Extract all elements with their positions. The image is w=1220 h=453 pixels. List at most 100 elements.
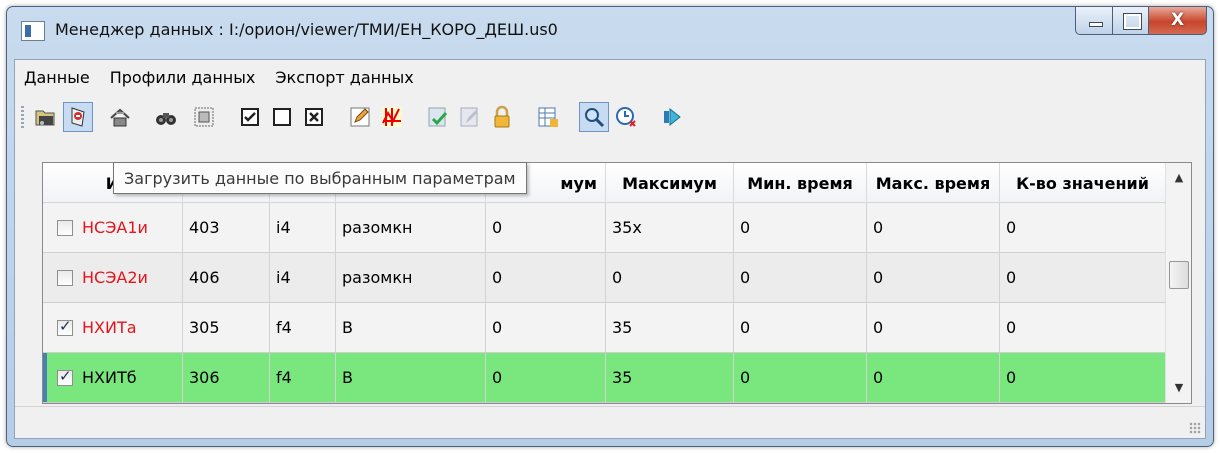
menu-data[interactable]: Данные — [15, 66, 101, 90]
invert-check-button[interactable] — [299, 102, 329, 132]
table-export-icon — [538, 107, 558, 127]
param-max-time: 0 — [867, 303, 1000, 352]
open-button[interactable] — [31, 102, 61, 132]
zoom-search-icon — [585, 108, 605, 128]
table-row[interactable]: НСЭА2и 406 i4 разомкн 0 0 0 0 0 — [43, 253, 1166, 303]
param-max: 0 — [606, 253, 734, 302]
scroll-down-icon[interactable]: ▼ — [1166, 377, 1191, 399]
param-type: i4 — [270, 253, 336, 302]
zoom-search-button[interactable] — [579, 102, 609, 132]
edit-button[interactable] — [345, 102, 375, 132]
row-checkbox[interactable] — [57, 367, 73, 386]
app-icon — [21, 21, 45, 41]
param-max: 35x — [606, 203, 734, 252]
param-min: 0 — [486, 253, 606, 302]
param-type: i4 — [270, 203, 336, 252]
profile-button[interactable] — [105, 102, 135, 132]
maximize-button[interactable] — [1113, 7, 1149, 35]
param-type: f4 — [270, 303, 336, 352]
param-id: 406 — [183, 253, 270, 302]
param-min: 0 — [486, 303, 606, 352]
next-button[interactable] — [657, 102, 687, 132]
param-count: 0 — [1000, 353, 1166, 402]
param-max: 35 — [606, 353, 734, 402]
header-min-time[interactable]: Мин. время — [734, 163, 867, 203]
param-max: 35 — [606, 303, 734, 352]
find-button[interactable] — [151, 102, 181, 132]
edit-disabled-button[interactable] — [455, 102, 485, 132]
toolbar-grip[interactable] — [21, 106, 24, 130]
load-data-button[interactable] — [63, 102, 93, 132]
vertical-scrollbar[interactable]: ▲ ▼ — [1165, 163, 1191, 403]
table-row[interactable]: НСЭА1и 403 i4 разомкн 0 35x 0 0 0 — [43, 203, 1166, 253]
param-max-time: 0 — [867, 203, 1000, 252]
client-area: Данные Профили данных Экспорт данных мум… — [14, 59, 1206, 439]
caption-buttons: X — [1075, 7, 1207, 35]
close-button[interactable]: X — [1149, 7, 1207, 35]
param-min-time: 0 — [734, 203, 867, 252]
check-all-icon — [241, 108, 259, 126]
binoculars-icon — [156, 113, 176, 125]
row-checkbox[interactable] — [57, 317, 73, 336]
table-export-button[interactable] — [533, 102, 563, 132]
next-arrow-icon — [664, 107, 681, 127]
row-checkbox[interactable] — [57, 219, 73, 236]
lock-icon — [494, 105, 510, 128]
header-max[interactable]: Максимум — [606, 163, 734, 203]
menu-bar: Данные Профили данных Экспорт данных — [15, 66, 425, 90]
edit-disabled-icon — [460, 107, 478, 127]
param-unit: В — [336, 303, 486, 352]
parameters-table: И мум Максимум Мин. время Макс. время К-… — [42, 162, 1192, 404]
param-id: 306 — [183, 353, 270, 402]
filter-button[interactable] — [189, 102, 219, 132]
param-min-time: 0 — [734, 353, 867, 402]
filter-grid-icon — [194, 107, 214, 127]
param-name: НСЭА1и — [82, 218, 148, 237]
time-clear-icon — [616, 107, 636, 127]
param-name: НХИТа — [82, 318, 137, 337]
load-data-icon — [71, 107, 85, 127]
param-min: 0 — [486, 203, 606, 252]
profile-icon — [110, 108, 130, 127]
param-min: 0 — [486, 353, 606, 402]
param-min-time: 0 — [734, 253, 867, 302]
uncheck-all-button[interactable] — [267, 102, 297, 132]
param-id: 403 — [183, 203, 270, 252]
table-row-selected[interactable]: НХИТб 306 f4 В 0 35 0 0 0 — [43, 353, 1166, 403]
param-unit: разомкн — [336, 203, 486, 252]
param-name: НХИТб — [82, 368, 137, 387]
scroll-up-icon[interactable]: ▲ — [1166, 167, 1191, 189]
window-title: Менеджер данных : I:/орион/viewer/ТМИ/ЕН… — [55, 20, 558, 39]
open-folder-icon — [35, 110, 55, 126]
param-id: 305 — [183, 303, 270, 352]
close-icon: X — [1170, 10, 1185, 30]
param-max-time: 0 — [867, 253, 1000, 302]
current-row-marker — [43, 353, 47, 402]
chart-button[interactable] — [377, 102, 407, 132]
param-count: 0 — [1000, 303, 1166, 352]
param-unit: разомкн — [336, 253, 486, 302]
minimize-button[interactable] — [1075, 7, 1113, 35]
lock-button[interactable] — [487, 102, 517, 132]
header-count[interactable]: К-во значений — [1000, 163, 1166, 203]
header-max-time[interactable]: Макс. время — [867, 163, 1000, 203]
time-clear-button[interactable] — [611, 102, 641, 132]
resize-grip-icon[interactable] — [1189, 422, 1201, 434]
check-all-button[interactable] — [235, 102, 265, 132]
edit-icon — [350, 107, 370, 127]
table-row[interactable]: НХИТа 305 f4 В 0 35 0 0 0 — [43, 303, 1166, 353]
scroll-thumb[interactable] — [1169, 261, 1189, 289]
chart-icon — [382, 107, 402, 127]
toolbar — [15, 98, 1205, 138]
data-manager-window: Менеджер данных : I:/орион/viewer/ТМИ/ЕН… — [6, 6, 1214, 447]
invert-check-icon — [305, 108, 323, 126]
param-min-time: 0 — [734, 303, 867, 352]
menu-data-export[interactable]: Экспорт данных — [266, 66, 424, 90]
uncheck-all-icon — [273, 108, 291, 126]
param-count: 0 — [1000, 203, 1166, 252]
approve-button[interactable] — [423, 102, 453, 132]
title-bar[interactable]: Менеджер данных : I:/орион/viewer/ТМИ/ЕН… — [7, 7, 1213, 55]
param-max-time: 0 — [867, 353, 1000, 402]
row-checkbox[interactable] — [57, 269, 73, 286]
menu-data-profiles[interactable]: Профили данных — [101, 66, 267, 90]
